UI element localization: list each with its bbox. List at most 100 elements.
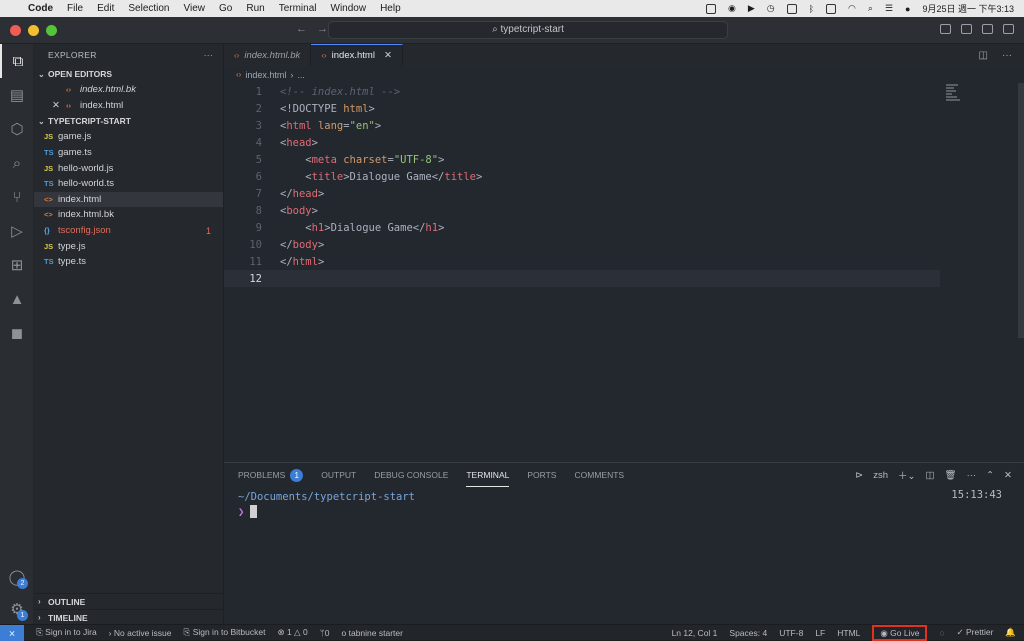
menu-selection[interactable]: Selection xyxy=(128,3,169,14)
file-item-game-js[interactable]: JS game.js xyxy=(34,129,223,145)
open-editor-item[interactable]: ‹› index.html.bk xyxy=(34,82,223,98)
toggle-primary-sidebar-icon[interactable] xyxy=(940,24,951,34)
record-icon[interactable]: ◉ xyxy=(728,3,736,14)
status-tabnine[interactable]: o tabnine starter xyxy=(342,628,403,638)
status-language[interactable]: HTML xyxy=(837,628,860,638)
menu-help[interactable]: Help xyxy=(380,3,401,14)
file-label: type.js xyxy=(58,240,86,252)
clock-icon[interactable]: ◷ xyxy=(767,3,775,14)
timeline-section[interactable]: › TIMELINE xyxy=(34,609,224,625)
menubar-clock[interactable]: 9月25日 週一 下午3:13 xyxy=(922,2,1014,15)
tab-terminal[interactable]: TERMINAL xyxy=(466,463,510,487)
menu-file[interactable]: File xyxy=(67,3,83,14)
status-prettier[interactable]: ✓ Prettier xyxy=(957,627,994,638)
file-item-tsconfig-json[interactable]: {} tsconfig.json 1 xyxy=(34,223,223,239)
breadcrumb-more[interactable]: ... xyxy=(297,70,305,80)
code-line: 7 </head> xyxy=(224,185,1024,202)
menu-view[interactable]: View xyxy=(184,3,206,14)
status-indentation[interactable]: Spaces: 4 xyxy=(729,628,767,638)
file-item-type-ts[interactable]: TS type.ts xyxy=(34,254,223,270)
battery-icon[interactable] xyxy=(826,3,837,14)
new-terminal-icon[interactable]: ＋⌄ xyxy=(898,468,915,482)
code-editor[interactable]: 1 <!-- index.html --> 2 <!DOCTYPE html> 3 <… xyxy=(224,83,1024,287)
notifications-bell-icon[interactable]: 🔔 xyxy=(1005,627,1016,638)
close-window-button[interactable] xyxy=(10,24,21,36)
minimize-window-button[interactable] xyxy=(28,24,39,36)
toggle-secondary-sidebar-icon[interactable] xyxy=(982,24,993,34)
zoom-window-button[interactable] xyxy=(46,24,57,36)
menu-terminal[interactable]: Terminal xyxy=(279,3,317,14)
close-panel-icon[interactable]: ✕ xyxy=(1004,470,1012,481)
split-terminal-icon[interactable]: ◫ xyxy=(926,470,935,481)
close-icon[interactable]: ✕ xyxy=(52,100,66,111)
search-view-icon[interactable]: ⌕ xyxy=(0,146,34,180)
play-icon[interactable]: ▶ xyxy=(748,3,755,14)
docker-icon[interactable]: ◼ xyxy=(0,316,34,350)
status-cursor-position[interactable]: Ln 12, Col 1 xyxy=(672,628,718,638)
trash-icon[interactable]: 🗑 xyxy=(945,470,957,481)
control-center-icon[interactable]: ☰ xyxy=(885,3,893,14)
tab-debug-console[interactable]: DEBUG CONSOLE xyxy=(374,463,448,487)
status-ports[interactable]: ᛘ0 xyxy=(320,628,330,638)
input-method-icon[interactable] xyxy=(786,3,797,14)
outline-section[interactable]: › OUTLINE xyxy=(34,593,224,609)
source-control-icon[interactable]: ⑂ xyxy=(0,180,34,214)
tab-ports[interactable]: PORTS xyxy=(527,463,556,487)
more-actions-icon[interactable]: ··· xyxy=(1002,50,1012,61)
bluetooth-icon[interactable]: ᛒ xyxy=(809,4,814,14)
run-debug-icon[interactable]: ▷ xyxy=(0,214,34,248)
file-item-type-js[interactable]: JS type.js xyxy=(34,238,223,254)
accounts-icon[interactable]: ◯ 2 xyxy=(0,560,34,594)
settings-gear-icon[interactable]: ⚙ 1 xyxy=(0,592,34,626)
close-tab-icon[interactable]: ✕ xyxy=(384,50,392,61)
open-editor-item[interactable]: ✕ ‹› index.html xyxy=(34,98,223,114)
status-eol[interactable]: LF xyxy=(815,628,825,638)
menu-go[interactable]: Go xyxy=(219,3,232,14)
menu-edit[interactable]: Edit xyxy=(97,3,114,14)
tab-problems[interactable]: PROBLEMS 1 xyxy=(238,463,304,487)
menu-run[interactable]: Run xyxy=(246,3,264,14)
status-bitbucket[interactable]: ⎘ Sign in to Bitbucket xyxy=(184,627,266,638)
atlassian-icon[interactable]: ▲ xyxy=(0,282,34,316)
file-item-index-html-bk[interactable]: <> index.html.bk xyxy=(34,207,223,223)
tab-index-html[interactable]: ‹› index.html ✕ xyxy=(311,44,403,66)
command-center-search[interactable]: ⌕ typetcript-start xyxy=(328,21,728,39)
toggle-panel-icon[interactable] xyxy=(961,24,972,34)
line-app-icon[interactable] xyxy=(705,3,716,14)
tab-comments[interactable]: COMMENTS xyxy=(574,463,624,487)
project-section[interactable]: ⌄ TYPETCRIPT-START xyxy=(34,113,223,129)
customize-layout-icon[interactable] xyxy=(1003,24,1014,34)
open-editors-section[interactable]: ⌄ OPEN EDITORS xyxy=(34,66,223,82)
status-encoding[interactable]: UTF-8 xyxy=(779,628,803,638)
status-problems[interactable]: ⊗ 1 △ 0 xyxy=(277,627,307,638)
file-item-index-html[interactable]: <> index.html xyxy=(34,191,223,208)
shell-name[interactable]: zsh xyxy=(873,470,888,481)
split-editor-icon[interactable]: ◫ xyxy=(979,50,988,61)
file-icon[interactable]: ▤ xyxy=(0,78,34,112)
package-icon[interactable]: ⬡ xyxy=(0,112,34,146)
editor-scrollbar[interactable] xyxy=(1018,83,1024,338)
status-issue[interactable]: › No active issue xyxy=(109,628,172,638)
status-jira[interactable]: ⎘ Sign in to Jira xyxy=(36,627,97,638)
code-line: 10 </body> xyxy=(224,236,1024,253)
siri-icon[interactable]: ● xyxy=(905,4,910,14)
go-live-button[interactable]: ◉ Go Live xyxy=(872,624,928,641)
file-item-game-ts[interactable]: TS game.ts xyxy=(34,145,223,161)
remote-icon[interactable]: ⨯ xyxy=(0,624,24,641)
wifi-icon[interactable]: ◠ xyxy=(848,3,856,14)
more-actions-icon[interactable]: ··· xyxy=(204,50,213,60)
tab-index-html-bk[interactable]: ‹› index.html.bk xyxy=(224,44,312,66)
tab-output[interactable]: OUTPUT xyxy=(321,463,356,487)
breadcrumb-file[interactable]: index.html xyxy=(245,70,286,80)
file-item-hello-world-ts[interactable]: TS hello-world.ts xyxy=(34,176,223,192)
explorer-icon[interactable]: ⧉ xyxy=(0,44,34,78)
minimap[interactable] xyxy=(946,84,966,102)
file-item-hello-world-js[interactable]: JS hello-world.js xyxy=(34,160,223,176)
menu-code[interactable]: Code xyxy=(28,3,53,14)
menu-window[interactable]: Window xyxy=(331,3,367,14)
terminal[interactable]: ~/Documents/typetcript-start 15:13:43 ❯ xyxy=(224,489,1024,518)
extensions-icon[interactable]: ⊞ xyxy=(0,248,34,282)
maximize-panel-icon[interactable]: ⌃ xyxy=(986,470,994,481)
spotlight-icon[interactable]: ⌕ xyxy=(868,3,873,14)
more-actions-icon[interactable]: ··· xyxy=(967,470,977,481)
